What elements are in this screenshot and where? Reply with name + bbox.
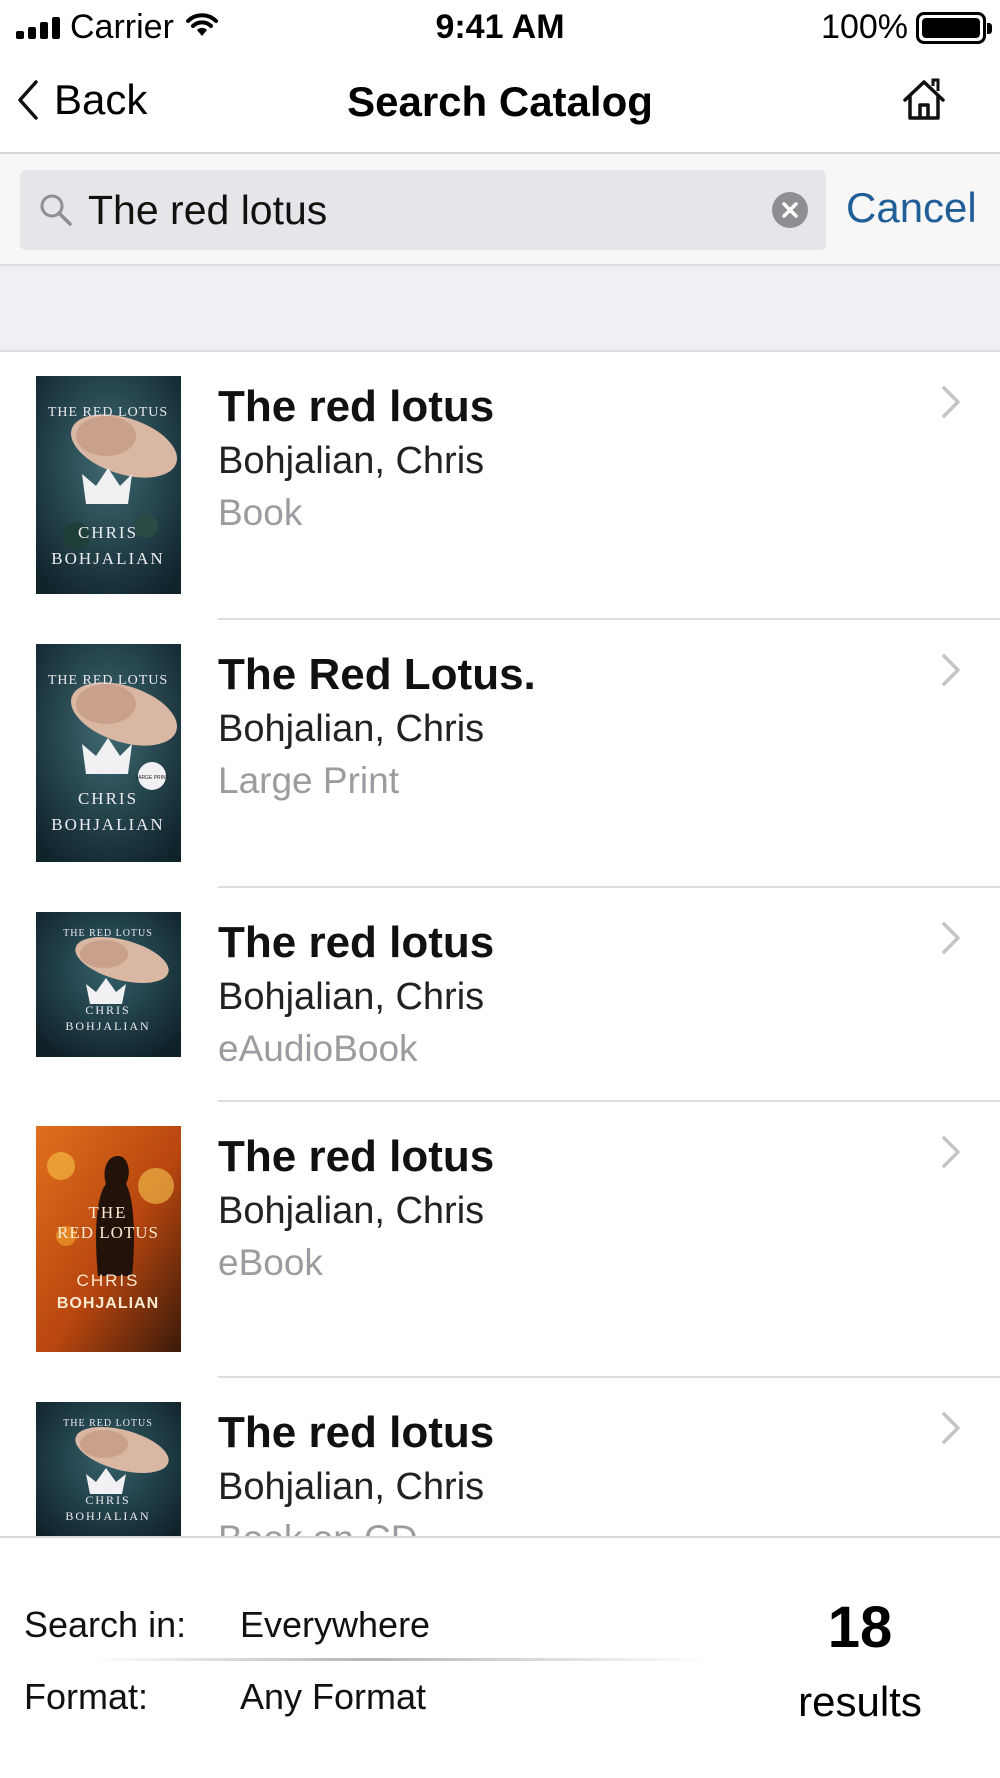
cover-author-first: CHRIS xyxy=(85,1493,130,1507)
result-row[interactable]: THE RED LOTUS CHRIS BOHJALIAN The red lo… xyxy=(0,1378,1000,1536)
result-row[interactable]: THE RED LOTUS CHRIS BOHJALIAN The red lo… xyxy=(0,1102,1000,1378)
search-options-footer: Search in: Everywhere Format: Any Format… xyxy=(0,1536,1000,1778)
cover-title-line1: THE xyxy=(88,1203,127,1222)
cancel-button[interactable]: Cancel xyxy=(846,184,977,232)
result-title: The red lotus xyxy=(218,1408,495,1457)
chevron-right-icon xyxy=(942,654,960,686)
chevron-right-icon xyxy=(942,1136,960,1168)
search-input[interactable] xyxy=(88,178,768,242)
search-bar-area: Cancel xyxy=(0,154,1000,266)
result-count: 18 xyxy=(827,1595,893,1660)
cover-title-text: THE RED LOTUS xyxy=(48,405,168,420)
result-row[interactable]: LARGE PRINT THE RED LOTUS CHRIS BOHJALIA… xyxy=(0,620,1000,888)
search-in-label: Search in: xyxy=(24,1604,187,1645)
result-title: The red lotus xyxy=(218,918,495,967)
cover-title-text: THE RED LOTUS xyxy=(63,928,153,939)
home-button[interactable] xyxy=(900,76,948,129)
search-icon xyxy=(40,194,72,226)
result-format: Book xyxy=(218,492,303,533)
cover-title-line2: RED LOTUS xyxy=(57,1223,159,1242)
result-format: Large Print xyxy=(218,760,399,801)
battery-percentage: 100% xyxy=(821,8,908,46)
search-field[interactable] xyxy=(20,170,826,250)
result-row[interactable]: THE RED LOTUS CHRIS BOHJALIAN The red lo… xyxy=(0,352,1000,620)
cover-badge-text: LARGE PRINT xyxy=(135,775,168,781)
navigation-bar: Back Search Catalog xyxy=(0,56,1000,154)
section-spacer xyxy=(0,266,1000,352)
result-author: Bohjalian, Chris xyxy=(218,440,485,482)
search-catalog-screen: Carrier 9:41 AM 100% Back Search Catalog xyxy=(0,0,1000,1778)
page-title: Search Catalog xyxy=(347,78,653,125)
cover-author-first: CHRIS xyxy=(78,523,138,542)
cover-author-last: BOHJALIAN xyxy=(65,1019,150,1033)
chevron-right-icon xyxy=(942,1412,960,1444)
book-cover-image: THE RED LOTUS CHRIS BOHJALIAN xyxy=(36,1402,181,1536)
format-selector[interactable]: Any Format xyxy=(240,1676,426,1718)
cover-title-text: THE RED LOTUS xyxy=(63,1418,153,1429)
result-author: Bohjalian, Chris xyxy=(218,708,485,750)
home-icon xyxy=(903,78,945,120)
result-author: Bohjalian, Chris xyxy=(218,976,485,1018)
cover-author-first: CHRIS xyxy=(78,789,138,808)
search-in-selector[interactable]: Everywhere xyxy=(240,1604,430,1646)
result-count-label: results xyxy=(798,1678,922,1725)
chevron-right-icon xyxy=(942,922,960,954)
result-title: The red lotus xyxy=(218,1132,495,1181)
close-icon xyxy=(782,202,798,218)
status-bar: Carrier 9:41 AM 100% xyxy=(0,0,1000,56)
result-format: Book on CD xyxy=(218,1518,418,1536)
clear-search-button[interactable] xyxy=(772,192,808,228)
cover-author-last: BOHJALIAN xyxy=(51,815,164,834)
chevron-right-icon xyxy=(942,386,960,418)
result-author: Bohjalian, Chris xyxy=(218,1190,485,1232)
cover-author-first: CHRIS xyxy=(85,1003,130,1017)
format-label: Format: xyxy=(24,1676,149,1717)
search-results-list[interactable]: THE RED LOTUS CHRIS BOHJALIAN The red lo… xyxy=(0,352,1000,1536)
book-cover-image: LARGE PRINT THE RED LOTUS CHRIS BOHJALIA… xyxy=(36,644,181,862)
result-author: Bohjalian, Chris xyxy=(218,1466,485,1508)
cover-author-first: CHRIS xyxy=(77,1271,140,1290)
result-format: eAudioBook xyxy=(218,1028,418,1069)
battery-icon xyxy=(916,12,992,44)
book-cover-image: THE RED LOTUS CHRIS BOHJALIAN xyxy=(36,1126,181,1352)
result-format: eBook xyxy=(218,1242,323,1283)
cover-author-last: BOHJALIAN xyxy=(51,549,164,568)
result-title: The Red Lotus. xyxy=(218,650,536,699)
cover-author-last: BOHJALIAN xyxy=(57,1295,159,1312)
cover-author-last: BOHJALIAN xyxy=(65,1509,150,1523)
book-cover-image: THE RED LOTUS CHRIS BOHJALIAN xyxy=(36,376,181,594)
book-cover-image: THE RED LOTUS CHRIS BOHJALIAN xyxy=(36,912,181,1057)
footer-divider xyxy=(90,1658,710,1661)
cover-title-text: THE RED LOTUS xyxy=(48,673,168,688)
result-title: The red lotus xyxy=(218,382,495,431)
result-row[interactable]: THE RED LOTUS CHRIS BOHJALIAN The red lo… xyxy=(0,888,1000,1102)
